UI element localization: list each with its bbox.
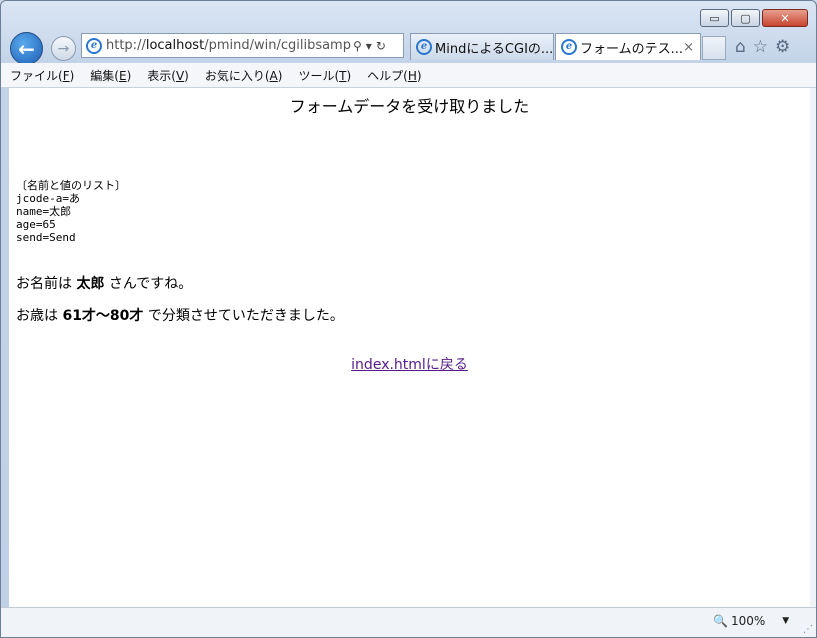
url-host: localhost bbox=[145, 38, 205, 53]
window-border bbox=[810, 88, 816, 607]
list-item: age=65 bbox=[16, 218, 56, 231]
zoom-icon: 🔍 bbox=[713, 614, 728, 628]
tab-label: MindによるCGIの... bbox=[435, 41, 554, 57]
back-arrow-icon: ← bbox=[18, 36, 35, 61]
status-bar: 🔍 100% ▼ ⋰ bbox=[1, 607, 816, 637]
list-item: jcode-a=あ bbox=[16, 192, 80, 205]
menu-label: ファイル( bbox=[10, 68, 63, 83]
menu-accel: H bbox=[407, 68, 417, 83]
tab-label: フォームのテス... bbox=[580, 41, 684, 57]
forward-button[interactable]: → bbox=[51, 36, 76, 61]
menu-label: 表示( bbox=[147, 68, 176, 83]
navigation-toolbar: ← → e http://localhost/pmind/win/cgilibs… bbox=[1, 31, 816, 65]
close-icon: ✕ bbox=[780, 11, 790, 25]
address-bar[interactable]: e http://localhost/pmind/win/cgilibsampl… bbox=[81, 33, 404, 58]
ie-logo-icon: e bbox=[561, 39, 577, 55]
window-controls: ▭ ▢ ✕ bbox=[700, 9, 808, 27]
zoom-dropdown-icon[interactable]: ▼ bbox=[782, 616, 789, 626]
url-scheme: http:// bbox=[106, 38, 146, 53]
maximize-button[interactable]: ▢ bbox=[731, 9, 760, 27]
name-value: 太郎 bbox=[76, 276, 105, 292]
page-title: フォームデータを受け取りました bbox=[289, 97, 530, 116]
sentence-text: で分類させていただきました。 bbox=[143, 308, 344, 324]
menu-paren: ) bbox=[346, 68, 352, 83]
menu-paren: ) bbox=[69, 68, 75, 83]
back-to-index-link[interactable]: index.htmlに戻る bbox=[351, 357, 468, 373]
search-icon[interactable]: ⚲ bbox=[353, 39, 362, 53]
favorites-star-icon[interactable]: ☆ bbox=[753, 37, 768, 57]
back-link-container: index.htmlに戻る bbox=[9, 354, 810, 374]
menu-label: 編集( bbox=[90, 68, 119, 83]
name-value-list: 〔名前と値のリスト〕 jcode-a=あ name=太郎 age=65 send… bbox=[16, 179, 126, 244]
resize-grip-icon[interactable]: ⋰ bbox=[803, 624, 813, 635]
menu-accel: F bbox=[62, 68, 70, 83]
new-tab-button[interactable] bbox=[702, 36, 726, 60]
ie-logo-icon: e bbox=[416, 39, 432, 55]
menu-label: お気に入り( bbox=[204, 68, 270, 83]
menu-accel: V bbox=[175, 68, 185, 83]
sentence-text: お名前は bbox=[16, 276, 77, 292]
menu-file[interactable]: ファイル(F) bbox=[10, 67, 74, 84]
maximize-icon: ▢ bbox=[740, 11, 751, 25]
zoom-control[interactable]: 🔍 100% ▼ bbox=[713, 614, 789, 628]
menu-accel: E bbox=[118, 68, 127, 83]
minimize-icon: ▭ bbox=[709, 11, 720, 25]
browser-window: ▭ ▢ ✕ ← → e http://localhost/pmind/win/c… bbox=[0, 0, 817, 638]
menu-paren: ) bbox=[184, 68, 189, 83]
name-sentence: お名前は 太郎 さんですね。 bbox=[16, 273, 192, 293]
menu-accel: A bbox=[269, 68, 278, 83]
menu-label: ヘルプ( bbox=[367, 68, 408, 83]
minimize-button[interactable]: ▭ bbox=[700, 9, 729, 27]
sentence-text: お歳は bbox=[16, 308, 63, 324]
gear-icon[interactable]: ⚙ bbox=[775, 37, 790, 57]
page-content: フォームデータを受け取りました 〔名前と値のリスト〕 jcode-a=あ nam… bbox=[9, 88, 810, 607]
list-item: 〔名前と値のリスト〕 bbox=[16, 179, 126, 192]
menu-paren: ) bbox=[277, 68, 283, 83]
menu-edit[interactable]: 編集(E) bbox=[90, 67, 131, 84]
address-url[interactable]: http://localhost/pmind/win/cgilibsample/… bbox=[106, 38, 351, 53]
zoom-level: 100% bbox=[730, 614, 766, 628]
back-button[interactable]: ← bbox=[10, 32, 43, 65]
sentence-text: さんですね。 bbox=[104, 276, 193, 292]
tab-form-test[interactable]: e フォームのテス... × bbox=[555, 33, 701, 60]
menu-tools[interactable]: ツール(T) bbox=[298, 67, 351, 84]
menu-paren: ) bbox=[416, 68, 422, 83]
list-item: name=太郎 bbox=[16, 205, 72, 218]
list-item: send=Send bbox=[16, 231, 76, 244]
menu-view[interactable]: 表示(V) bbox=[147, 67, 189, 84]
url-path: /pmind/win/cgilibsample/t bbox=[204, 38, 351, 53]
close-tab-icon[interactable]: × bbox=[683, 40, 694, 55]
menu-label: ツール( bbox=[298, 68, 340, 83]
menu-bar: ファイル(F) 編集(E) 表示(V) お気に入り(A) ツール(T) ヘルプ(… bbox=[1, 63, 816, 88]
close-window-button[interactable]: ✕ bbox=[762, 9, 808, 27]
menu-help[interactable]: ヘルプ(H) bbox=[367, 67, 421, 84]
dropdown-icon[interactable]: ▾ bbox=[366, 39, 372, 53]
forward-arrow-icon: → bbox=[57, 40, 70, 57]
menu-favorites[interactable]: お気に入り(A) bbox=[205, 67, 283, 84]
age-sentence: お歳は 61才〜80才 で分類させていただきました。 bbox=[16, 305, 344, 325]
home-icon[interactable]: ⌂ bbox=[735, 37, 746, 57]
tab-mind-cgi[interactable]: e MindによるCGIの... bbox=[410, 33, 554, 60]
menu-paren: ) bbox=[126, 68, 132, 83]
ie-logo-icon: e bbox=[86, 37, 102, 54]
refresh-icon[interactable]: ↻ bbox=[376, 39, 386, 53]
age-range-value: 61才〜80才 bbox=[62, 308, 144, 324]
